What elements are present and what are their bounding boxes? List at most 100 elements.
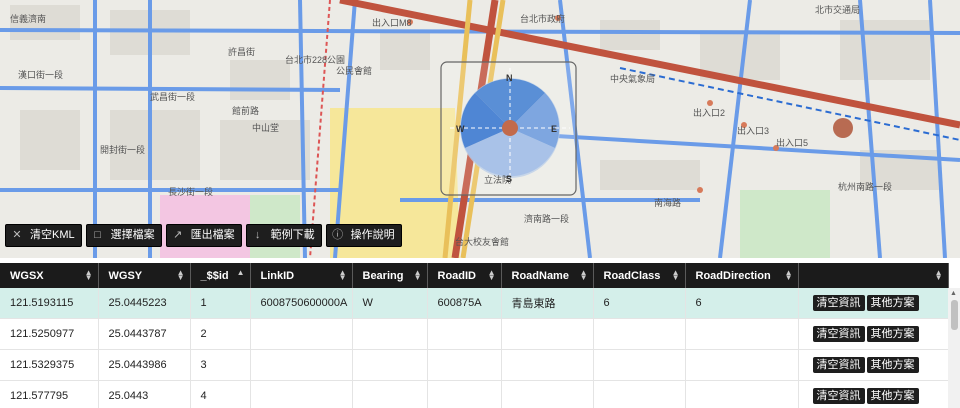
table-cell: 121.5329375 — [0, 349, 99, 381]
choose-file-button[interactable]: □ 選擇檔案 — [85, 224, 162, 247]
column-header-label: RoadClass — [603, 269, 661, 282]
map-toolbar: ✕ 清空KML □ 選擇檔案 ↗ 匯出檔案 ↓ 範例下載 ⓘ 操作說明 — [5, 224, 402, 247]
sort-icon[interactable]: ▲ ▼ — [177, 269, 185, 282]
table-cell — [593, 349, 686, 381]
map-label: 館前路 — [232, 106, 260, 116]
sort-icon[interactable]: ▲ ▼ — [580, 269, 588, 282]
sort-icon[interactable]: ▲ ▼ — [488, 269, 496, 282]
column-header[interactable]: WGSX ▲ ▼ — [0, 263, 99, 288]
table-cell: W — [352, 288, 428, 319]
table-cell — [352, 349, 428, 381]
table-cell: 3 — [190, 349, 251, 381]
button-label: 操作說明 — [350, 229, 395, 241]
column-header[interactable]: _$$id ▲ — [190, 263, 251, 288]
export-icon: ↗ — [173, 229, 183, 241]
table-cell: 25.0443986 — [98, 349, 191, 381]
table-cell — [685, 349, 799, 381]
button-label: 清空KML — [30, 229, 75, 241]
map-label: 開封街一段 — [100, 145, 146, 155]
clear-info-button[interactable]: 清空資訊 — [812, 295, 865, 311]
column-header[interactable]: Bearing ▲ ▼ — [352, 263, 428, 288]
table-header-row: WGSX ▲ ▼ WGSY ▲ ▼ _$$id ▲ LinkID ▲ ▼ Bearing ▲ ▼ RoadI… — [0, 263, 949, 288]
table-body: 121.5193115 25.0445223 1 6008750600000A W 600… — [0, 288, 949, 408]
map-label: 許昌街 — [228, 47, 256, 57]
other-options-button[interactable]: 其他方案 — [866, 295, 919, 311]
table-cell — [501, 318, 594, 350]
sort-icon[interactable]: ▲ ▼ — [414, 269, 422, 282]
button-label: 選擇檔案 — [110, 229, 155, 241]
help-button[interactable]: ⓘ 操作說明 — [325, 224, 402, 247]
table-cell — [593, 380, 686, 408]
map-label: 出入口2 — [693, 108, 726, 118]
table-row[interactable]: 121.5329375 25.0443986 3 清空資訊 其他方案 — [0, 349, 949, 381]
map-label: 中央氣象局 — [610, 74, 656, 84]
scrollbar-thumb[interactable] — [951, 300, 958, 330]
clear-kml-button[interactable]: ✕ 清空KML — [5, 224, 82, 247]
column-header-label: WGSY — [108, 269, 143, 282]
map-label: 台大校友會館 — [455, 237, 510, 247]
table-cell — [250, 318, 353, 350]
map-label: 中山堂 — [252, 123, 280, 133]
actions-cell: 清空資訊 其他方案 — [798, 318, 949, 350]
vertical-scrollbar[interactable]: ▲ — [948, 288, 960, 408]
column-header[interactable]: LinkID ▲ ▼ — [250, 263, 353, 288]
actions-cell: 清空資訊 其他方案 — [798, 380, 949, 408]
sort-icon[interactable]: ▲ ▼ — [935, 269, 943, 282]
column-header-label: Bearing — [362, 269, 404, 282]
table-cell — [685, 380, 799, 408]
column-header-label: RoadDirection — [695, 269, 771, 282]
map-canvas[interactable] — [0, 0, 960, 258]
column-header[interactable]: RoadName ▲ ▼ — [501, 263, 594, 288]
other-options-button[interactable]: 其他方案 — [866, 326, 919, 342]
map-marker — [833, 118, 853, 138]
column-header[interactable]: RoadClass ▲ ▼ — [593, 263, 686, 288]
sort-icon[interactable]: ▲ ▼ — [85, 269, 93, 282]
table-cell: 25.0443 — [98, 380, 191, 408]
table-cell: 121.5193115 — [0, 288, 99, 319]
clear-info-button[interactable]: 清空資訊 — [812, 357, 865, 373]
table-row[interactable]: 121.5193115 25.0445223 1 6008750600000A W 600… — [0, 288, 949, 319]
table-cell — [593, 318, 686, 350]
map-label: 北市交通局 — [815, 5, 861, 15]
map-view[interactable]: 北市交通局 信義濟南 漢口街一段 開封街一段 許昌街 武昌街一段 館前路 台北市… — [0, 0, 960, 258]
table-cell: 6008750600000A — [250, 288, 353, 319]
sort-icon[interactable]: ▲ ▼ — [785, 269, 793, 282]
table-cell — [427, 318, 502, 350]
table-cell: 121.5250977 — [0, 318, 99, 350]
column-header[interactable]: RoadID ▲ ▼ — [427, 263, 502, 288]
clear-info-button[interactable]: 清空資訊 — [812, 388, 865, 404]
table-cell: 6 — [593, 288, 686, 319]
sort-icon[interactable]: ▲ ▼ — [339, 269, 347, 282]
data-grid: WGSX ▲ ▼ WGSY ▲ ▼ _$$id ▲ LinkID ▲ ▼ Bearing ▲ ▼ RoadI… — [0, 263, 960, 408]
column-header-label: RoadID — [437, 269, 477, 282]
map-label: 長沙街一段 — [168, 187, 214, 197]
table-cell: 6 — [685, 288, 799, 319]
map-label: 公民會館 — [336, 66, 373, 76]
sort-ascending-icon[interactable]: ▲ — [237, 269, 245, 277]
column-header[interactable]: RoadDirection ▲ ▼ — [685, 263, 799, 288]
table-cell — [352, 318, 428, 350]
map-label: 信義濟南 — [10, 14, 47, 24]
table-cell: 青島東路 — [501, 288, 594, 319]
table-cell — [427, 380, 502, 408]
download-icon: ↓ — [254, 229, 261, 241]
table-cell — [250, 380, 353, 408]
actions-cell: 清空資訊 其他方案 — [798, 349, 949, 381]
table-row[interactable]: 121.577795 25.0443 4 清空資訊 其他方案 — [0, 380, 949, 408]
scroll-up-icon[interactable]: ▲ — [950, 290, 957, 297]
sample-download-button[interactable]: ↓ 範例下載 — [245, 224, 322, 247]
export-file-button[interactable]: ↗ 匯出檔案 — [165, 224, 242, 247]
button-label: 範例下載 — [270, 229, 315, 241]
column-header[interactable]: WGSY ▲ ▼ — [98, 263, 191, 288]
clear-info-button[interactable]: 清空資訊 — [812, 326, 865, 342]
table-row[interactable]: 121.5250977 25.0443787 2 清空資訊 其他方案 — [0, 318, 949, 350]
column-header-label: RoadName — [511, 269, 569, 282]
other-options-button[interactable]: 其他方案 — [866, 388, 919, 404]
map-label: 台北市政府 — [520, 14, 566, 24]
sort-icon[interactable]: ▲ ▼ — [672, 269, 680, 282]
compass-east-label: E — [551, 124, 558, 134]
column-header[interactable]: ▲ ▼ — [798, 263, 949, 288]
column-header-label: LinkID — [260, 269, 295, 282]
map-label: 杭州南路一段 — [838, 182, 893, 192]
other-options-button[interactable]: 其他方案 — [866, 357, 919, 373]
